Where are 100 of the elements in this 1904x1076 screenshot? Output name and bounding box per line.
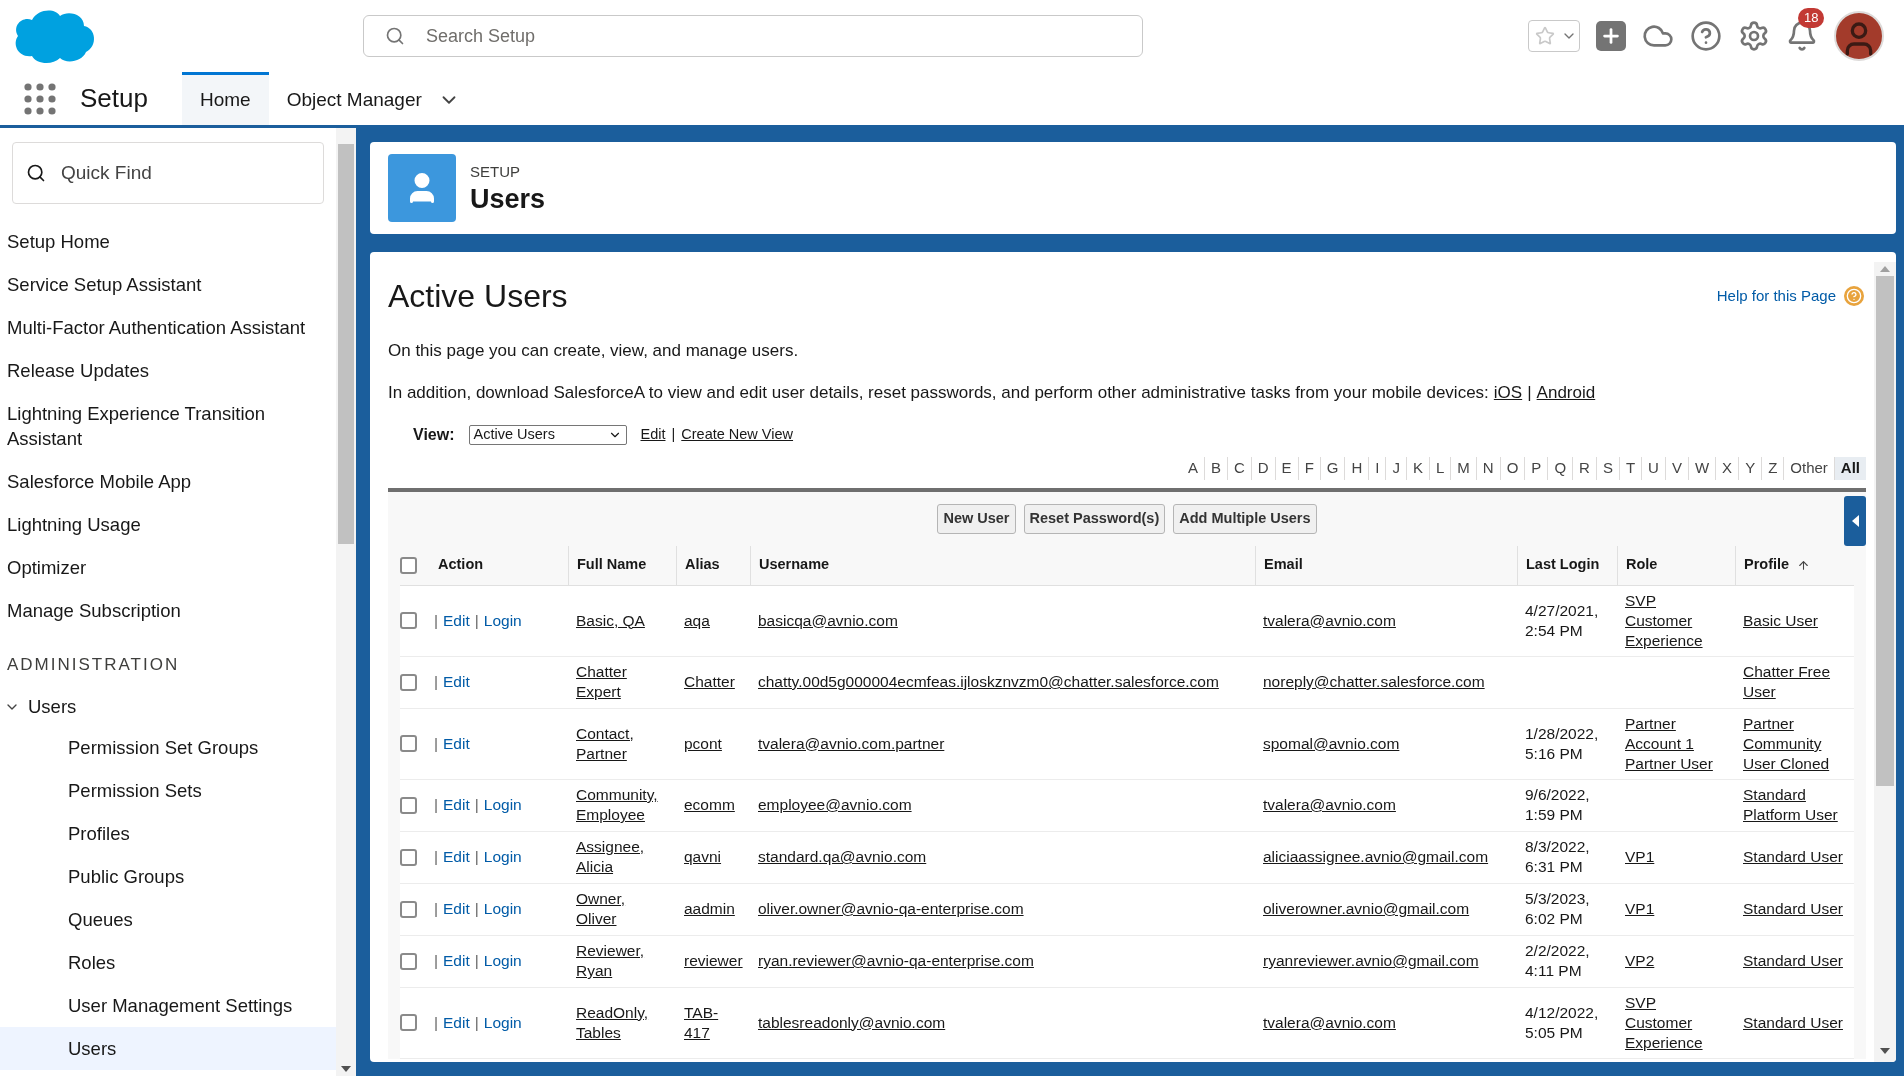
table-link[interactable]: Reviewer, Ryan xyxy=(576,941,668,981)
alphabet-filter[interactable]: Z xyxy=(1761,457,1784,480)
help-icon[interactable] xyxy=(1690,20,1722,52)
collapse-tab[interactable] xyxy=(1844,495,1866,546)
checkbox[interactable] xyxy=(400,848,417,866)
table-link[interactable]: ryanreviewer.avnio@gmail.com xyxy=(1263,951,1479,971)
table-link[interactable]: Partner Community User Cloned xyxy=(1743,713,1845,774)
checkbox[interactable] xyxy=(400,673,417,691)
table-link[interactable]: oliverowner.avnio@gmail.com xyxy=(1263,899,1470,919)
table-link[interactable]: oliver.owner@avnio-qa-enterprise.com xyxy=(758,899,1024,919)
alphabet-filter[interactable]: R xyxy=(1572,457,1596,480)
column-header[interactable]: Profile xyxy=(1744,554,1790,576)
sidebar-item[interactable]: Lightning Usage xyxy=(0,503,336,546)
sidebar-item[interactable]: Permission Set Groups xyxy=(0,726,336,769)
table-link[interactable]: Basic User xyxy=(1743,610,1818,631)
table-link[interactable]: VP2 xyxy=(1625,951,1655,971)
table-link[interactable]: Contact, Partner xyxy=(576,723,668,764)
action-button[interactable]: Add Multiple Users xyxy=(1173,503,1317,534)
avatar[interactable] xyxy=(1834,11,1884,61)
nav-tab[interactable]: Object Manager xyxy=(268,72,478,125)
table-link[interactable]: qavni xyxy=(684,847,722,867)
search-field[interactable]: Search Setup xyxy=(363,15,1143,57)
checkbox[interactable] xyxy=(400,952,417,970)
column-header[interactable]: Full Name xyxy=(577,554,647,576)
table-link[interactable]: tvalera@avnio.com xyxy=(1263,795,1396,815)
table-link[interactable]: employee@avnio.com xyxy=(758,795,912,815)
view-select[interactable]: Active Users xyxy=(468,425,627,445)
alphabet-filter[interactable]: X xyxy=(1715,457,1739,480)
alphabet-filter[interactable]: D xyxy=(1250,457,1275,480)
table-link[interactable]: pcont xyxy=(684,733,722,754)
table-link[interactable]: Basic, QA xyxy=(576,610,645,631)
table-link[interactable]: aliciaassignee.avnio@gmail.com xyxy=(1263,847,1489,867)
sidebar-item[interactable]: Profiles xyxy=(0,812,336,855)
help-link[interactable]: Help for this Page xyxy=(1716,284,1836,308)
alphabet-filter[interactable]: L xyxy=(1429,457,1451,480)
alphabet-filter[interactable]: M xyxy=(1450,457,1476,480)
checkbox[interactable] xyxy=(400,556,417,574)
table-link[interactable]: VP1 xyxy=(1625,899,1655,919)
alphabet-filter[interactable]: V xyxy=(1664,457,1688,480)
action-link[interactable]: Edit xyxy=(443,733,470,754)
link[interactable]: iOS xyxy=(1493,379,1523,405)
alphabet-filter[interactable]: All xyxy=(1833,457,1866,480)
table-link[interactable]: Standard User xyxy=(1743,899,1843,919)
bell-icon[interactable] xyxy=(1786,20,1818,52)
scroll-down-icon[interactable] xyxy=(341,1066,351,1072)
alphabet-filter[interactable]: H xyxy=(1344,457,1369,480)
table-link[interactable]: Community, Employee xyxy=(576,785,668,825)
table-link[interactable]: spomal@avnio.com xyxy=(1263,733,1400,754)
sidebar-item[interactable]: Roles xyxy=(0,941,336,984)
alphabet-filter[interactable]: K xyxy=(1406,457,1429,480)
table-link[interactable]: tvalera@avnio.com xyxy=(1263,610,1396,631)
checkbox[interactable] xyxy=(400,735,417,752)
sidebar-item[interactable]: Optimizer xyxy=(0,546,336,589)
link[interactable]: Android xyxy=(1536,379,1596,405)
table-link[interactable]: standard.qa@avnio.com xyxy=(758,847,927,867)
alphabet-filter[interactable]: F xyxy=(1297,457,1320,480)
table-link[interactable]: aadmin xyxy=(684,899,735,919)
table-link[interactable]: Standard User xyxy=(1743,951,1843,971)
table-link[interactable]: VP1 xyxy=(1625,847,1655,867)
settings-icon[interactable] xyxy=(1738,20,1770,52)
table-link[interactable]: SVP Customer Experience xyxy=(1625,992,1727,1053)
action-link[interactable]: Edit xyxy=(443,951,470,971)
action-link[interactable]: Login xyxy=(483,847,522,867)
app-launcher-icon[interactable] xyxy=(24,82,56,115)
link[interactable]: Create New View xyxy=(681,424,794,446)
table-link[interactable]: TAB-417 xyxy=(684,1002,742,1043)
action-button[interactable]: Reset Password(s) xyxy=(1023,503,1166,534)
sidebar-item[interactable]: Manage Subscription xyxy=(0,589,336,632)
action-link[interactable]: Edit xyxy=(443,847,470,867)
column-header[interactable]: Email xyxy=(1264,554,1303,576)
column-header[interactable]: Action xyxy=(438,554,484,576)
table-link[interactable]: tvalera@avnio.com.partner xyxy=(758,733,945,754)
table-link[interactable]: tvalera@avnio.com xyxy=(1263,1012,1396,1033)
quick-find-field[interactable]: Quick Find xyxy=(12,142,324,204)
table-link[interactable]: Assignee, Alicia xyxy=(576,837,668,877)
checkbox[interactable] xyxy=(400,612,417,629)
table-link[interactable]: noreply@chatter.salesforce.com xyxy=(1263,672,1485,692)
alphabet-filter[interactable]: I xyxy=(1368,457,1386,480)
table-link[interactable]: reviewer xyxy=(684,951,743,971)
sidebar-item[interactable]: Lightning Experience Transition Assistant xyxy=(0,392,336,460)
table-link[interactable]: SVP Customer Experience xyxy=(1625,590,1727,651)
action-button[interactable]: New User xyxy=(937,503,1016,534)
sidebar-item[interactable]: Users xyxy=(0,1027,336,1070)
checkbox[interactable] xyxy=(400,900,417,918)
sidebar-item[interactable]: Public Groups xyxy=(0,855,336,898)
scrollbar[interactable] xyxy=(1874,262,1896,1062)
table-link[interactable]: aqa xyxy=(684,610,710,631)
alphabet-filter[interactable]: C xyxy=(1226,457,1251,480)
alphabet-filter[interactable]: G xyxy=(1319,457,1345,480)
sidebar-item[interactable]: User Management Settings xyxy=(0,984,336,1027)
alphabet-filter[interactable]: W xyxy=(1687,457,1716,480)
action-link[interactable]: Login xyxy=(483,795,522,815)
alphabet-filter[interactable]: Q xyxy=(1547,457,1573,480)
table-link[interactable]: Owner, Oliver xyxy=(576,889,668,929)
table-link[interactable]: ecomm xyxy=(684,795,735,815)
table-link[interactable]: ReadOnly, Tables xyxy=(576,1002,668,1043)
sidebar-item[interactable]: Queues xyxy=(0,898,336,941)
sidebar-item[interactable]: Permission Sets xyxy=(0,769,336,812)
table-link[interactable]: Standard User xyxy=(1743,1012,1843,1033)
sidebar-item[interactable]: Salesforce Mobile App xyxy=(0,460,336,503)
